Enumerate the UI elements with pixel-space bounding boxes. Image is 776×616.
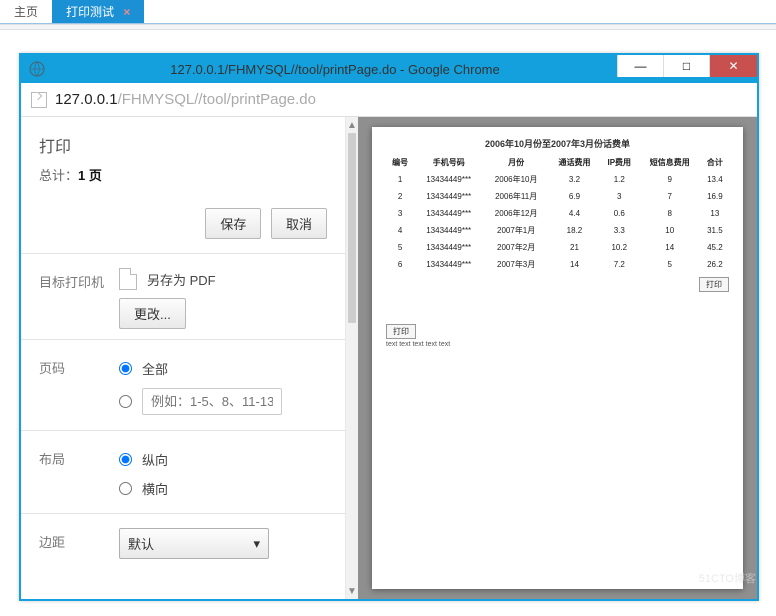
preview-print-button-top[interactable]: 打印: [699, 277, 729, 292]
print-summary: 总计：1 页: [39, 165, 327, 184]
margin-label: 边距: [39, 528, 119, 559]
scrollbar[interactable]: ▲ ▼: [346, 117, 358, 599]
summary-pages: 1 页: [78, 168, 102, 183]
table-row: 313434449***2006年12月4.40.6813: [386, 205, 729, 222]
scroll-up-icon[interactable]: ▲: [346, 117, 358, 133]
scroll-track[interactable]: [346, 323, 358, 583]
layout-label: 布局: [39, 445, 119, 503]
page-icon: [31, 92, 47, 108]
layout-landscape-radio[interactable]: [119, 482, 132, 495]
table-row: 113434449***2006年10月3.21.2913.4: [386, 171, 729, 188]
minimize-button[interactable]: —: [617, 55, 663, 77]
maximize-button[interactable]: □: [663, 55, 709, 77]
window-title: 127.0.0.1/FHMYSQL//tool/printPage.do - G…: [53, 62, 617, 77]
pages-range-radio[interactable]: [119, 395, 132, 408]
preview-page: 2006年10月份至2007年3月份话费单 编号手机号码月份通话费用IP费用短信…: [372, 127, 743, 589]
outer-tab-main[interactable]: 主页: [0, 0, 52, 23]
table-row: 213434449***2006年11月6.93716.9: [386, 188, 729, 205]
destination-label: 目标打印机: [39, 268, 119, 329]
table-row: 613434449***2007年3月147.2526.2: [386, 256, 729, 273]
outer-tab-print-label: 打印测试: [66, 5, 114, 19]
table-row: 513434449***2007年2月2110.21445.2: [386, 239, 729, 256]
table-header: IP费用: [600, 154, 639, 171]
scroll-thumb[interactable]: [348, 133, 356, 323]
chevron-down-icon: ▾: [253, 536, 260, 552]
save-button[interactable]: 保存: [205, 208, 261, 239]
table-row: 413434449***2007年1月18.23.31031.5: [386, 222, 729, 239]
pages-range-option[interactable]: [119, 383, 327, 420]
layout-portrait-text: 纵向: [142, 450, 168, 469]
margin-select[interactable]: 默认 ▾: [119, 528, 269, 559]
layout-portrait-radio[interactable]: [119, 453, 132, 466]
print-title: 打印: [39, 133, 327, 157]
pdf-icon: [119, 268, 137, 290]
pages-range-input[interactable]: [142, 388, 282, 415]
table-header: 短信息费用: [639, 154, 701, 171]
pages-all-text: 全部: [142, 359, 168, 378]
close-button[interactable]: ✕: [709, 55, 757, 77]
cancel-button[interactable]: 取消: [271, 208, 327, 239]
pages-label: 页码: [39, 354, 119, 420]
preview-title: 2006年10月份至2007年3月份话费单: [386, 137, 729, 150]
layout-portrait-option[interactable]: 纵向: [119, 445, 327, 474]
table-header: 合计: [701, 154, 729, 171]
scroll-down-icon[interactable]: ▼: [346, 583, 358, 599]
print-preview-pane: 2006年10月份至2007年3月份话费单 编号手机号码月份通话费用IP费用短信…: [358, 117, 757, 599]
layout-landscape-text: 横向: [142, 479, 168, 498]
address-path: /FHMYSQL//tool/printPage.do: [118, 91, 316, 108]
change-destination-button[interactable]: 更改...: [119, 298, 186, 329]
watermark: 51CTO博客: [699, 570, 756, 586]
close-icon[interactable]: ×: [123, 5, 130, 19]
table-header: 通话费用: [549, 154, 600, 171]
table-header: 月份: [483, 154, 549, 171]
summary-prefix: 总计：: [39, 168, 78, 183]
pages-all-radio[interactable]: [119, 362, 132, 375]
chrome-window: 127.0.0.1/FHMYSQL//tool/printPage.do - G…: [19, 53, 759, 601]
table-header: 手机号码: [414, 154, 483, 171]
preview-print-button-bottom[interactable]: 打印: [386, 324, 416, 339]
address-host: 127.0.0.1: [55, 91, 118, 108]
destination-value: 另存为 PDF: [147, 270, 216, 289]
preview-footer-text: text text text text text: [386, 341, 729, 348]
layout-landscape-option[interactable]: 横向: [119, 474, 327, 503]
print-settings-panel: 打印 总计：1 页 保存 取消 目标打印机 另存为 PDF 更改...: [21, 117, 346, 599]
address-bar[interactable]: 127.0.0.1/FHMYSQL//tool/printPage.do: [21, 83, 757, 117]
outer-separator: [0, 24, 776, 30]
titlebar: 127.0.0.1/FHMYSQL//tool/printPage.do - G…: [21, 55, 757, 83]
browser-icon: [29, 61, 45, 77]
preview-table: 编号手机号码月份通话费用IP费用短信息费用合计113434449***2006年…: [386, 154, 729, 273]
outer-tab-print[interactable]: 打印测试 ×: [52, 0, 144, 23]
pages-all-option[interactable]: 全部: [119, 354, 327, 383]
table-header: 编号: [386, 154, 414, 171]
margin-value: 默认: [128, 534, 154, 553]
